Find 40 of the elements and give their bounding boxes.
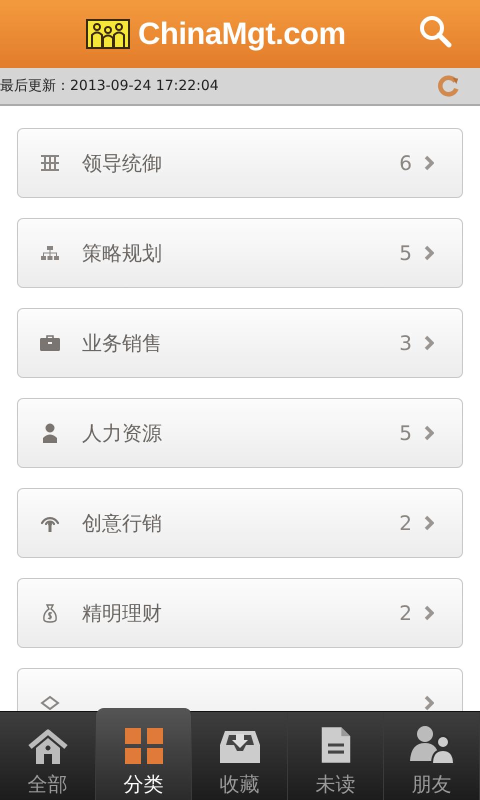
tab[interactable]: 分类 — [96, 708, 192, 800]
people-icon — [408, 725, 454, 765]
refresh-icon[interactable] — [438, 75, 460, 97]
search-icon[interactable] — [418, 14, 452, 48]
item-count: 5 — [399, 421, 412, 445]
tab[interactable]: 全部 — [0, 712, 96, 800]
briefcase-icon — [40, 335, 60, 351]
person-icon — [42, 423, 58, 443]
category-item[interactable]: 领导统御 6 — [17, 128, 463, 198]
category-item[interactable]: 策略规划 5 — [17, 218, 463, 288]
tab[interactable]: 朋友 — [384, 712, 480, 800]
item-count: 2 — [399, 601, 412, 625]
logo-text: ChinaMgt.com — [138, 16, 346, 52]
document-icon — [320, 725, 352, 765]
squares-icon — [124, 727, 164, 765]
category-item[interactable]: 精明理财 2 — [17, 578, 463, 648]
category-item[interactable]: 业务销售 3 — [17, 308, 463, 378]
grid-icon — [40, 154, 60, 172]
chevron-icon — [424, 335, 434, 351]
chevron-icon — [424, 695, 434, 711]
chevron-icon — [424, 605, 434, 621]
category-item[interactable]: 人力资源 5 — [17, 398, 463, 468]
chevron-icon — [424, 425, 434, 441]
money-bag-icon — [42, 603, 58, 623]
item-count: 2 — [399, 511, 412, 535]
inbox-download-icon — [218, 729, 260, 765]
last-updated-text: 最后更新：2013-09-24 17:22:04 — [0, 77, 219, 95]
item-count: 6 — [399, 151, 412, 175]
people-logo-icon — [86, 19, 130, 49]
tab[interactable]: 收藏 — [192, 712, 288, 800]
category-item[interactable]: 创意行销 2 — [17, 488, 463, 558]
chevron-icon — [424, 515, 434, 531]
tab[interactable]: 未读 — [288, 712, 384, 800]
org-chart-icon — [40, 245, 60, 261]
chevron-icon — [424, 155, 434, 171]
item-count: 5 — [399, 241, 412, 265]
chevron-icon — [424, 245, 434, 261]
diamond-icon — [40, 695, 60, 711]
item-count: 3 — [399, 331, 412, 355]
home-icon — [28, 729, 68, 765]
